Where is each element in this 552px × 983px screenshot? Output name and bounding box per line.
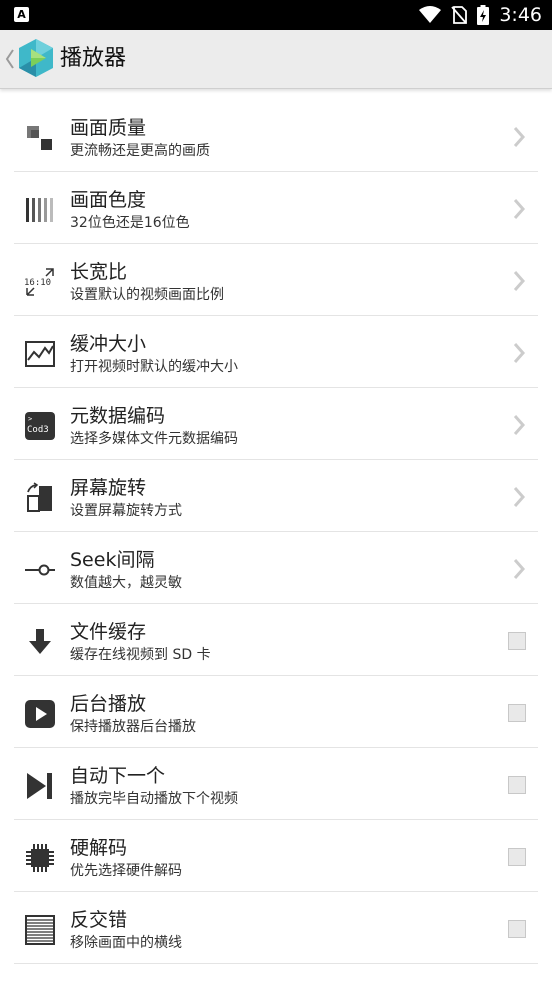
setting-row-auto-next[interactable]: 自动下一个 播放完毕自动播放下个视频 — [14, 748, 538, 820]
setting-subtitle: 缓存在线视频到 SD 卡 — [70, 647, 211, 663]
setting-title: 缓冲大小 — [70, 333, 147, 355]
setting-title: Seek间隔 — [70, 549, 155, 571]
setting-subtitle: 32位色还是16位色 — [70, 215, 190, 231]
setting-title: 长宽比 — [70, 261, 128, 283]
download-icon — [29, 629, 51, 654]
file-cache-checkbox[interactable] — [508, 632, 526, 650]
setting-subtitle: 打开视频时默认的缓冲大小 — [70, 359, 238, 375]
clock: 3:46 — [499, 4, 542, 26]
setting-subtitle: 数值越大，越灵敏 — [70, 575, 182, 591]
encoding-icon-label: Cod3 — [27, 425, 49, 435]
svg-text:>: > — [28, 415, 32, 423]
setting-subtitle: 选择多媒体文件元数据编码 — [70, 431, 238, 447]
settings-list: 画面质量 更流畅还是更高的画质 画面色度 32位色还是16位色 16:10 长宽… — [0, 100, 552, 964]
setting-title: 自动下一个 — [70, 765, 166, 787]
status-bar: A 3:46 — [0, 0, 552, 30]
setting-row-buffer-size[interactable]: 缓冲大小 打开视频时默认的缓冲大小 — [14, 316, 538, 388]
setting-title: 反交错 — [70, 909, 128, 931]
notification-icon: A — [14, 7, 29, 22]
app-logo-icon[interactable] — [16, 38, 56, 78]
setting-row-deinterlace[interactable]: 反交错 移除画面中的横线 — [14, 892, 538, 964]
setting-subtitle: 设置屏幕旋转方式 — [70, 503, 182, 519]
chevron-right-icon — [513, 127, 526, 147]
quality-icon — [27, 126, 52, 150]
aspect-ratio-icon-label: 16:10 — [24, 278, 51, 288]
chevron-right-icon — [513, 343, 526, 363]
setting-subtitle: 播放完毕自动播放下个视频 — [70, 791, 238, 807]
status-icons: 3:46 — [419, 0, 542, 30]
setting-row-aspect-ratio[interactable]: 16:10 长宽比 设置默认的视频画面比例 — [14, 244, 538, 316]
setting-row-metadata-encoding[interactable]: > Cod3 元数据编码 选择多媒体文件元数据编码 — [14, 388, 538, 460]
background-play-checkbox[interactable] — [508, 704, 526, 722]
setting-title: 屏幕旋转 — [70, 477, 147, 499]
aspect-ratio-icon: 16:10 — [24, 268, 54, 296]
deinterlace-checkbox[interactable] — [508, 920, 526, 938]
setting-title: 硬解码 — [70, 837, 128, 859]
hardware-decode-checkbox[interactable] — [508, 848, 526, 866]
setting-row-screen-rotation[interactable]: 屏幕旋转 设置屏幕旋转方式 — [14, 460, 538, 532]
setting-row-background-play[interactable]: 后台播放 保持播放器后台播放 — [14, 676, 538, 748]
chevron-right-icon — [513, 271, 526, 291]
deinterlace-icon — [25, 915, 55, 945]
page-title: 播放器 — [60, 46, 127, 71]
seek-slider-icon — [25, 564, 55, 576]
chevron-right-icon — [513, 487, 526, 507]
setting-title: 画面色度 — [70, 189, 147, 211]
setting-title: 画面质量 — [70, 117, 147, 139]
setting-row-file-cache[interactable]: 文件缓存 缓存在线视频到 SD 卡 — [14, 604, 538, 676]
setting-row-color-depth[interactable]: 画面色度 32位色还是16位色 — [14, 172, 538, 244]
setting-subtitle: 移除画面中的横线 — [70, 935, 182, 951]
auto-next-checkbox[interactable] — [508, 776, 526, 794]
screen-rotation-icon — [27, 482, 52, 512]
setting-row-hardware-decode[interactable]: 硬解码 优先选择硬件解码 — [14, 820, 538, 892]
setting-subtitle: 保持播放器后台播放 — [70, 719, 196, 735]
chip-icon — [26, 844, 54, 872]
chevron-left-icon[interactable] — [4, 48, 16, 70]
setting-subtitle: 更流畅还是更高的画质 — [70, 143, 210, 159]
chevron-right-icon — [513, 199, 526, 219]
color-depth-icon — [26, 198, 53, 222]
buffer-chart-icon — [25, 341, 55, 367]
setting-subtitle: 优先选择硬件解码 — [70, 863, 182, 879]
setting-row-seek-interval[interactable]: Seek间隔 数值越大，越灵敏 — [14, 532, 538, 604]
setting-title: 文件缓存 — [70, 621, 147, 643]
action-bar: 播放器 — [0, 30, 552, 89]
setting-title: 后台播放 — [70, 693, 147, 715]
play-icon — [25, 700, 55, 728]
setting-title: 元数据编码 — [70, 405, 166, 427]
setting-row-picture-quality[interactable]: 画面质量 更流畅还是更高的画质 — [14, 100, 538, 172]
chevron-right-icon — [513, 415, 526, 435]
battery-charging-icon — [477, 5, 490, 25]
encoding-icon: > Cod3 — [25, 412, 55, 440]
chevron-right-icon — [513, 559, 526, 579]
setting-subtitle: 设置默认的视频画面比例 — [70, 287, 224, 303]
no-sim-icon — [451, 6, 468, 24]
skip-next-icon — [27, 773, 52, 799]
wifi-icon — [419, 6, 442, 23]
